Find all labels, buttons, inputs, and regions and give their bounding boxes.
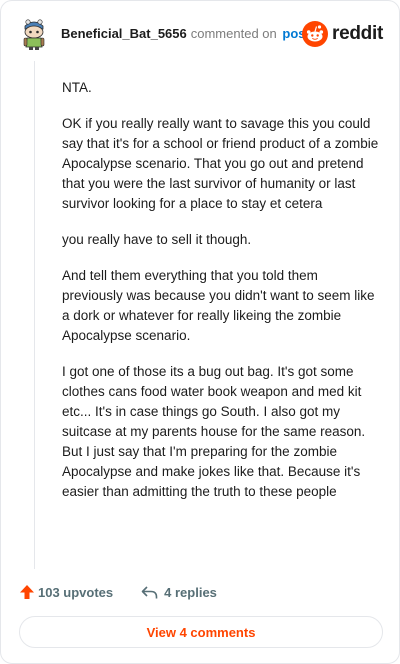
snoo-avatar-icon[interactable]: [19, 17, 49, 51]
comment-paragraph: NTA.: [62, 80, 92, 95]
comment-card: Beneficial_Bat_5656 commented on post red…: [0, 0, 400, 664]
comment-paragraph: I got one of those its a bug out bag. It…: [62, 364, 366, 499]
upvote-arrow-icon: [20, 585, 34, 599]
upvote-count: 103 upvotes: [38, 584, 114, 600]
author-name[interactable]: Beneficial_Bat_5656: [61, 26, 187, 41]
reddit-logo[interactable]: reddit: [302, 21, 383, 47]
comment-body: NTA. OK if you really really want to sav…: [62, 78, 382, 518]
upvote-button[interactable]: 103 upvotes: [19, 584, 113, 600]
reply-arrow-icon: [141, 585, 158, 598]
commented-on-text: commented on: [190, 26, 277, 41]
reddit-logo-icon: [302, 21, 329, 47]
comment-paragraph: you really have to sell it though.: [62, 232, 252, 247]
comment-header: Beneficial_Bat_5656 commented on post red…: [19, 17, 383, 51]
view-comments-button[interactable]: View 4 comments: [19, 616, 383, 648]
thread-line[interactable]: [34, 61, 35, 569]
comment-paragraph: OK if you really really want to savage t…: [62, 116, 379, 211]
replies-button[interactable]: 4 replies: [141, 585, 217, 600]
comment-paragraph: And tell them everything that you told t…: [62, 268, 375, 343]
reply-count: 4 replies: [164, 584, 217, 600]
reddit-wordmark: reddit: [332, 23, 383, 44]
comment-footer: 103 upvotes 4 replies: [19, 582, 217, 602]
author-line: Beneficial_Bat_5656 commented on post: [61, 26, 310, 42]
